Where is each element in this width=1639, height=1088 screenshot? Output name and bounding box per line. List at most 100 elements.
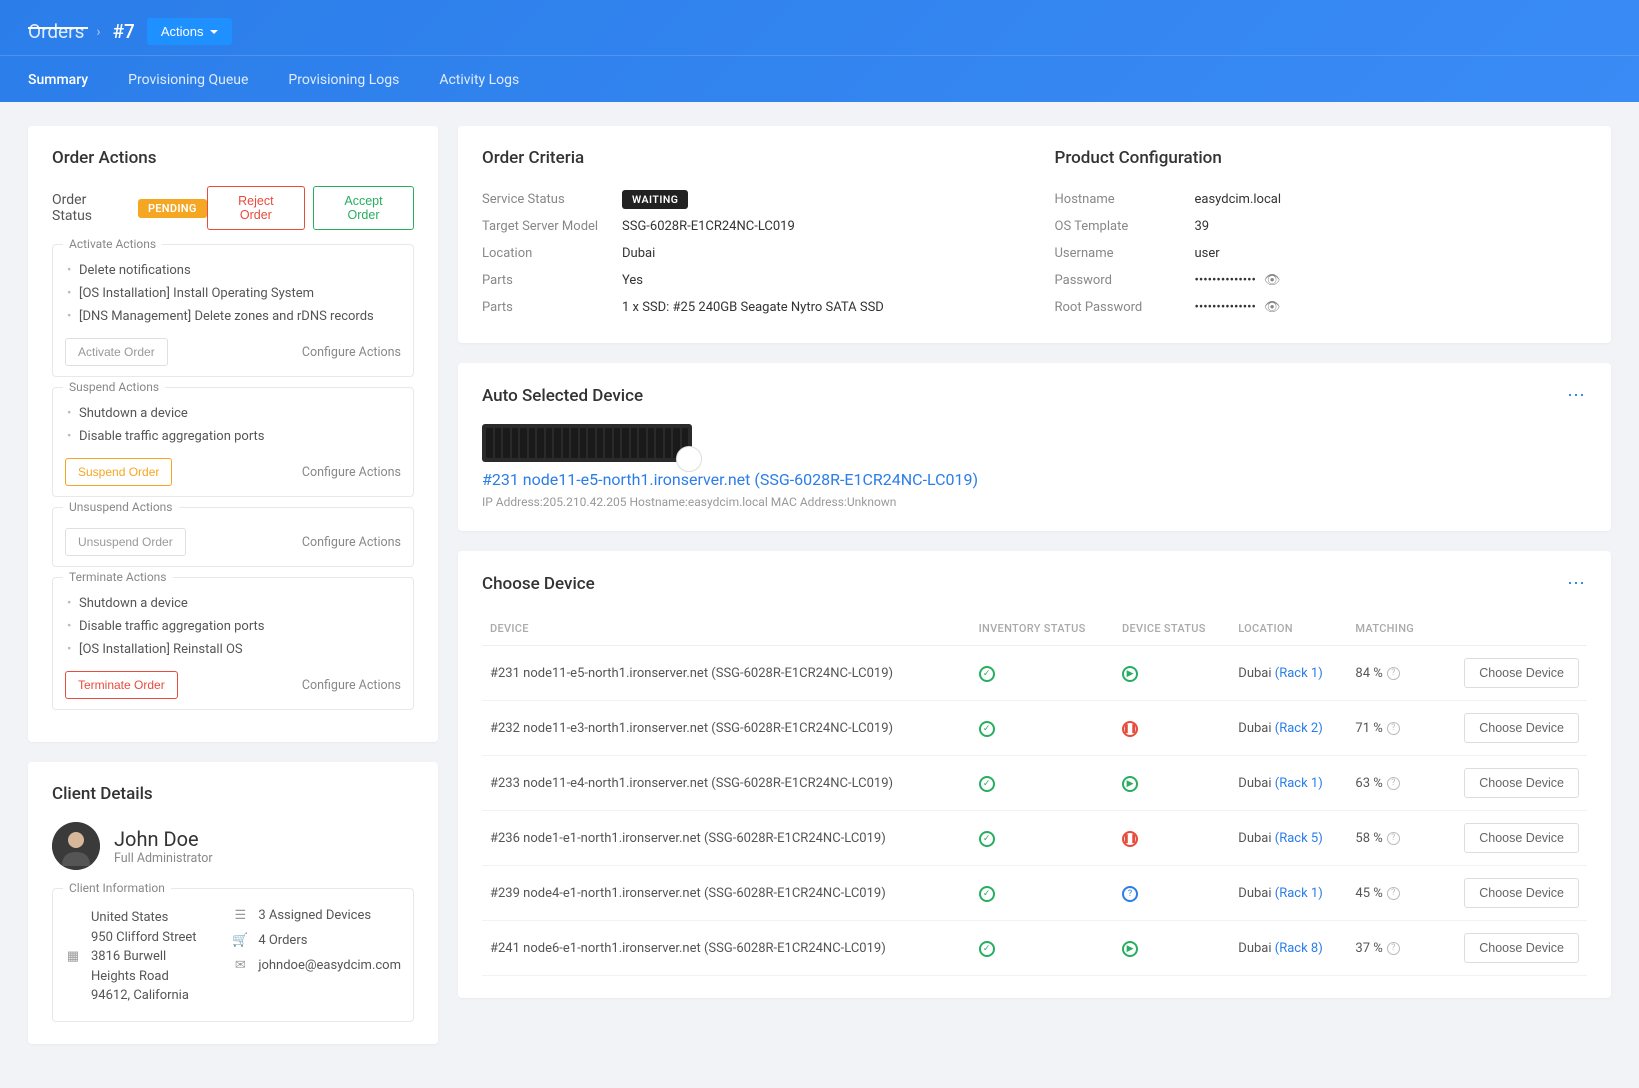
help-icon[interactable]: ? — [1387, 942, 1400, 955]
configure-actions-link[interactable]: Configure Actions — [302, 465, 401, 480]
rack-link[interactable]: (Rack 1) — [1275, 776, 1323, 791]
more-icon[interactable]: ⋯ — [1567, 573, 1587, 594]
help-icon[interactable]: ? — [1387, 722, 1400, 735]
client-orders[interactable]: 4 Orders — [258, 933, 307, 948]
device-status-icon: ❚❚ — [1122, 721, 1138, 737]
client-addr1: 950 Clifford Street — [91, 928, 212, 948]
action-item: Shutdown a device — [65, 402, 401, 425]
rack-link[interactable]: (Rack 2) — [1275, 721, 1323, 736]
kv-label: Parts — [482, 273, 622, 288]
activate-actions-group: Activate Actions Delete notifications [O… — [52, 244, 414, 377]
terminate-actions-group: Terminate Actions Shutdown a device Disa… — [52, 577, 414, 710]
device-name-cell[interactable]: #232 node11-e3-north1.ironserver.net (SS… — [482, 701, 971, 756]
kv-value: easydcim.local — [1195, 192, 1281, 207]
location-text: Dubai — [1238, 886, 1274, 901]
th-location[interactable]: LOCATION — [1230, 612, 1347, 646]
th-device[interactable]: DEVICE — [482, 612, 971, 646]
device-name-cell[interactable]: #239 node4-e1-north1.ironserver.net (SSG… — [482, 866, 971, 921]
choose-device-button[interactable]: Choose Device — [1464, 823, 1579, 853]
mail-icon: ✉ — [232, 958, 248, 973]
suspend-order-button[interactable]: Suspend Order — [65, 458, 172, 486]
kv-label: Parts — [482, 300, 622, 315]
table-row: #239 node4-e1-north1.ironserver.net (SSG… — [482, 866, 1587, 921]
activate-order-button[interactable]: Activate Order — [65, 338, 168, 366]
avatar — [52, 822, 100, 870]
tab-summary[interactable]: Summary — [28, 56, 106, 102]
choose-device-button[interactable]: Choose Device — [1464, 768, 1579, 798]
check-icon: ✓ — [979, 666, 995, 682]
choose-device-button[interactable]: Choose Device — [1464, 878, 1579, 908]
client-email[interactable]: johndoe@easydcim.com — [258, 958, 401, 973]
client-details-title: Client Details — [52, 784, 414, 804]
service-status-badge: WAITING — [622, 190, 688, 209]
actions-dropdown-button[interactable]: Actions — [147, 18, 232, 45]
terminate-order-button[interactable]: Terminate Order — [65, 671, 178, 699]
th-device-status[interactable]: DEVICE STATUS — [1114, 612, 1230, 646]
suspend-actions-title: Suspend Actions — [63, 380, 165, 394]
auto-device-link[interactable]: #231 node11-e5-north1.ironserver.net (SS… — [482, 470, 1587, 489]
configure-actions-link[interactable]: Configure Actions — [302, 535, 401, 550]
reject-order-button[interactable]: Reject Order — [207, 186, 305, 230]
check-icon: ✓ — [979, 941, 995, 957]
th-inventory-status[interactable]: INVENTORY STATUS — [971, 612, 1114, 646]
more-icon[interactable]: ⋯ — [1567, 385, 1587, 406]
configure-actions-link[interactable]: Configure Actions — [302, 345, 401, 360]
tab-provisioning-logs[interactable]: Provisioning Logs — [288, 56, 417, 102]
th-matching[interactable]: MATCHING — [1347, 612, 1434, 646]
client-addr2: 3816 Burwell Heights Road — [91, 947, 212, 986]
client-country: United States — [91, 908, 212, 928]
client-role: Full Administrator — [114, 851, 213, 866]
client-information-box: Client Information ▦ United States 950 C… — [52, 888, 414, 1022]
table-row: #231 node11-e5-north1.ironserver.net (SS… — [482, 646, 1587, 701]
device-status-icon: ? — [1122, 886, 1138, 902]
breadcrumb-current: #7 — [113, 20, 135, 43]
match-pct: 58 % — [1355, 831, 1382, 846]
help-icon[interactable]: ? — [1387, 887, 1400, 900]
kv-label: Location — [482, 246, 622, 261]
chevron-right-icon: › — [96, 24, 100, 40]
check-icon: ✓ — [979, 831, 995, 847]
device-name-cell[interactable]: #241 node6-e1-north1.ironserver.net (SSG… — [482, 921, 971, 976]
choose-device-button[interactable]: Choose Device — [1464, 933, 1579, 963]
help-icon[interactable]: ? — [1387, 832, 1400, 845]
client-devices[interactable]: 3 Assigned Devices — [258, 908, 371, 923]
kv-label: Target Server Model — [482, 219, 622, 234]
eye-icon[interactable]: 👁 — [1264, 300, 1281, 315]
criteria-product-card: Order Criteria Service StatusWAITING Tar… — [458, 126, 1611, 343]
choose-device-button[interactable]: Choose Device — [1464, 713, 1579, 743]
rack-link[interactable]: (Rack 8) — [1275, 941, 1323, 956]
order-actions-title: Order Actions — [52, 148, 414, 168]
tab-activity-logs[interactable]: Activity Logs — [439, 56, 537, 102]
device-name-cell[interactable]: #231 node11-e5-north1.ironserver.net (SS… — [482, 646, 971, 701]
kv-label: Root Password — [1055, 300, 1195, 315]
device-name-cell[interactable]: #233 node11-e4-north1.ironserver.net (SS… — [482, 756, 971, 811]
client-name[interactable]: John Doe — [114, 827, 213, 851]
table-row: #236 node1-e1-north1.ironserver.net (SSG… — [482, 811, 1587, 866]
check-icon: ✓ — [979, 721, 995, 737]
terminate-actions-title: Terminate Actions — [63, 570, 173, 584]
rack-link[interactable]: (Rack 1) — [1275, 666, 1323, 681]
action-item: [OS Installation] Install Operating Syst… — [65, 282, 401, 305]
kv-label: Password — [1055, 273, 1195, 288]
rack-link[interactable]: (Rack 1) — [1275, 886, 1323, 901]
kv-label: Hostname — [1055, 192, 1195, 207]
unsuspend-order-button[interactable]: Unsuspend Order — [65, 528, 186, 556]
password-masked: •••••••••••••• — [1195, 273, 1256, 288]
device-name-cell[interactable]: #236 node1-e1-north1.ironserver.net (SSG… — [482, 811, 971, 866]
location-text: Dubai — [1238, 666, 1274, 681]
help-icon[interactable]: ? — [1387, 777, 1400, 790]
check-icon: ✓ — [979, 776, 995, 792]
rack-link[interactable]: (Rack 5) — [1275, 831, 1323, 846]
choose-device-card: Choose Device ⋯ DEVICE INVENTORY STATUS … — [458, 551, 1611, 998]
accept-order-button[interactable]: Accept Order — [313, 186, 414, 230]
eye-icon[interactable]: 👁 — [1264, 273, 1281, 288]
breadcrumb-root[interactable]: Orders — [28, 20, 84, 43]
order-actions-card: Order Actions Order Status PENDING Rejec… — [28, 126, 438, 742]
tab-provisioning-queue[interactable]: Provisioning Queue — [128, 56, 266, 102]
auto-selected-device-card: Auto Selected Device ⋯ #231 node11-e5-no… — [458, 363, 1611, 531]
device-status-icon: ❚❚ — [1122, 831, 1138, 847]
configure-actions-link[interactable]: Configure Actions — [302, 678, 401, 693]
choose-device-button[interactable]: Choose Device — [1464, 658, 1579, 688]
auto-selected-title: Auto Selected Device — [482, 386, 643, 406]
help-icon[interactable]: ? — [1387, 667, 1400, 680]
